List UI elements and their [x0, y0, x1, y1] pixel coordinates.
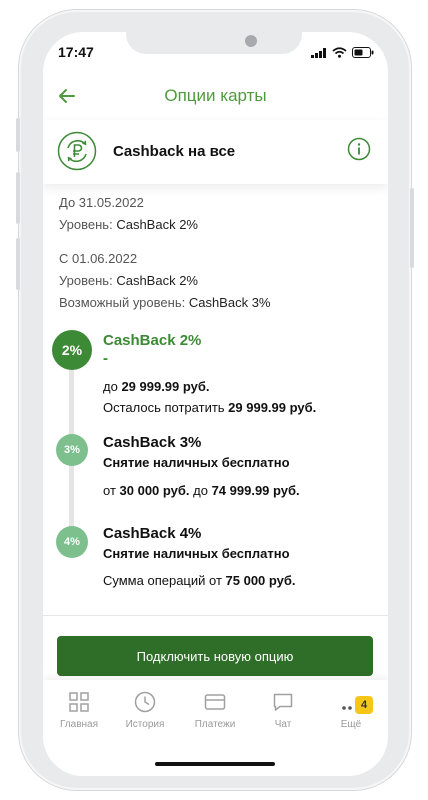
tab-chat-label: Чат [274, 719, 292, 730]
connect-new-option-button[interactable]: Подключить новую опцию [57, 636, 373, 676]
next-period-date: С 01.06.2022 [59, 251, 138, 266]
current-period-block: До 31.05.2022 Уровень: CashBack 2% [59, 192, 198, 236]
page-title: Опции карты [164, 86, 267, 105]
level-2-limit: до 29 999.99 руб. [103, 379, 210, 394]
level-subtitle-4: Снятие наличных бесплатно [103, 546, 290, 561]
tab-more-label: Ещё [340, 719, 362, 730]
status-icons [311, 47, 374, 58]
level-title-4: CashBack 4% [103, 525, 202, 542]
current-period-level: Уровень: CashBack 2% [59, 217, 198, 232]
power-button [410, 188, 414, 268]
status-time: 17:47 [58, 44, 94, 60]
level-subtitle-2: - [103, 350, 108, 367]
tab-history[interactable]: История [115, 690, 175, 730]
possible-level-value: CashBack 3% [188, 295, 271, 310]
home-indicator [155, 762, 275, 766]
tab-chat[interactable]: Чат [253, 690, 313, 730]
possible-level: Возможный уровень: CashBack 3% [59, 295, 271, 310]
level-2-remaining: Осталось потратить 29 999.99 руб. [103, 400, 317, 415]
level-title-3: CashBack 3% [103, 434, 202, 451]
divider [43, 615, 388, 616]
option-title: Cashback на все [113, 143, 236, 160]
card-icon [204, 694, 226, 710]
more-badge: 4 [355, 696, 373, 714]
level-4-threshold: Сумма операций от 75 000 руб. [103, 573, 296, 588]
battery-icon [352, 47, 374, 58]
level-badge-3: 3% [56, 434, 88, 466]
level-badge-2: 2% [52, 330, 92, 370]
current-level-value: CashBack 2% [116, 217, 198, 232]
level-3-range: от 30 000 руб. до 74 999.99 руб. [103, 483, 300, 498]
clock-icon [134, 691, 156, 713]
info-icon[interactable] [347, 137, 371, 161]
next-period-level: Уровень: CashBack 2% [59, 273, 198, 288]
mute-switch [16, 118, 20, 152]
volume-down-button [16, 238, 20, 290]
current-period-date: До 31.05.2022 [59, 195, 144, 210]
signal-icon [311, 47, 326, 58]
chat-icon [273, 693, 293, 711]
tab-more[interactable]: 4 Ещё [321, 690, 381, 730]
nav-header: Опции карты [43, 78, 388, 118]
wifi-icon [332, 47, 347, 58]
tab-home-label: Главная [59, 719, 99, 730]
next-period-block: С 01.06.2022 Уровень: CashBack 2% Возмож… [59, 248, 270, 314]
ruble-refresh-icon [57, 131, 97, 171]
next-level-value: CashBack 2% [116, 273, 198, 288]
level-subtitle-3: Снятие наличных бесплатно [103, 455, 290, 470]
cashback-option-card[interactable]: Cashback на все [43, 120, 388, 184]
tab-history-label: История [125, 719, 165, 730]
tab-payments[interactable]: Платежи [185, 690, 245, 730]
volume-up-button [16, 172, 20, 224]
tab-home[interactable]: Главная [49, 690, 109, 730]
grid-icon [69, 692, 89, 712]
tab-payments-label: Платежи [194, 719, 236, 730]
level-badge-4: 4% [56, 526, 88, 558]
app-screen: 17:47 Опции карты Cashback на все До 31.… [43, 32, 388, 776]
status-bar: 17:47 [43, 44, 388, 62]
level-title-2: CashBack 2% [103, 332, 202, 349]
